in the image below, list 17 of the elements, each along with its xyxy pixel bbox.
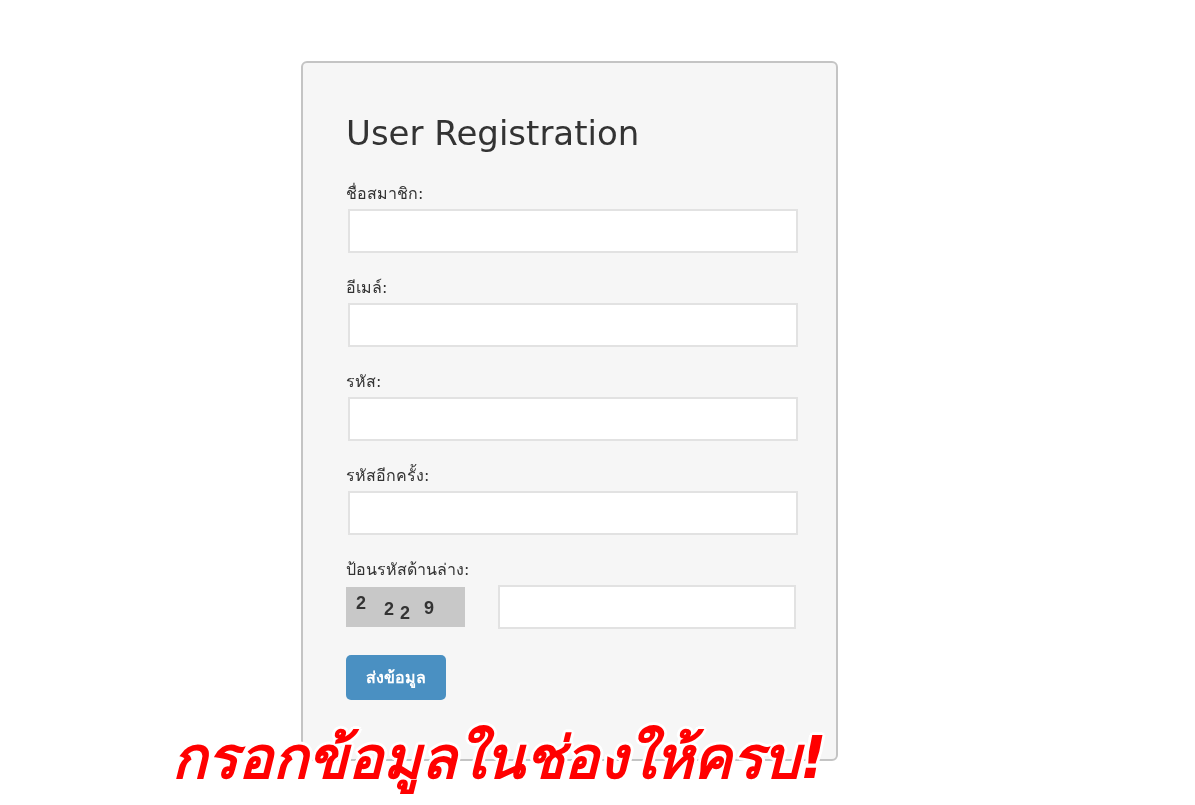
field-label: รหัสอีกครั้ง: <box>346 465 431 487</box>
input-field[interactable] <box>348 303 798 347</box>
captcha-digit: 2 <box>356 593 366 613</box>
field-label: ชื่อสมาชิก: <box>346 183 425 205</box>
captcha-digit: 2 <box>400 603 411 623</box>
captcha-input-field[interactable] <box>498 585 796 629</box>
input-field[interactable] <box>348 491 798 535</box>
submit-button[interactable]: ส่งข้อมูล <box>346 655 446 700</box>
form-title: User Registration <box>346 112 641 155</box>
input-field[interactable] <box>348 397 798 441</box>
captcha-digit: 9 <box>424 598 435 618</box>
field-label: อีเมล์: <box>346 277 389 299</box>
captcha-digit: 2 <box>384 599 395 619</box>
warning-message: กรอกข้อมูลในช่องให้ครบ! <box>172 723 827 796</box>
input-field[interactable] <box>348 209 798 253</box>
field-label: ป้อนรหัสด้านล่าง: <box>346 559 471 581</box>
field-label: รหัส: <box>346 371 383 393</box>
